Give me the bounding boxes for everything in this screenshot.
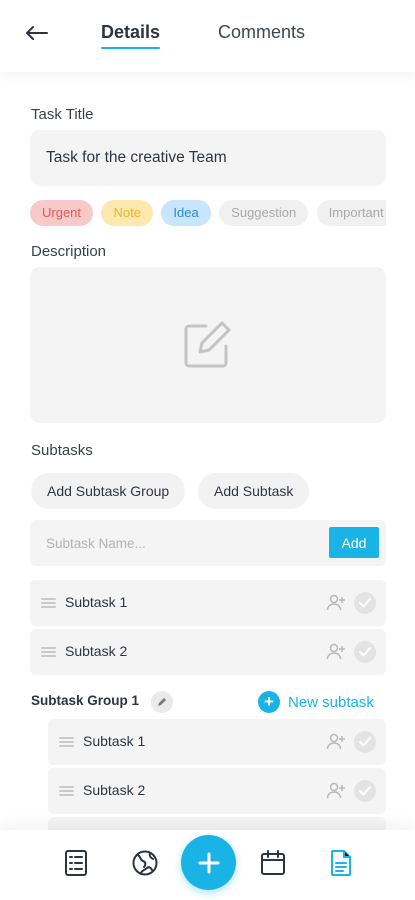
- assign-user-icon[interactable]: [326, 732, 346, 752]
- assign-user-icon[interactable]: [326, 781, 346, 801]
- drag-handle-icon[interactable]: [59, 737, 74, 747]
- add-icon: [198, 852, 219, 873]
- new-subtask-label: New subtask: [288, 693, 374, 711]
- description-field[interactable]: [30, 267, 386, 423]
- globe-icon: [132, 850, 158, 876]
- top-header: Details Comments: [0, 0, 415, 72]
- subtask-name: Subtask 1: [65, 594, 128, 610]
- task-title-label: Task Title: [31, 106, 94, 123]
- calendar-icon: [261, 850, 285, 875]
- edit-group-button[interactable]: [151, 691, 173, 713]
- nav-explore[interactable]: [130, 848, 160, 878]
- subtask-entry: Add: [30, 520, 386, 566]
- tag-list: Urgent Note Idea Suggestion Important: [30, 200, 386, 226]
- tab-comments[interactable]: Comments: [218, 22, 305, 43]
- checklist-icon: [65, 850, 87, 876]
- nav-documents[interactable]: [326, 848, 356, 878]
- tag-idea[interactable]: Idea: [161, 200, 211, 226]
- tag-important[interactable]: Important: [316, 200, 386, 226]
- complete-check-icon[interactable]: [354, 780, 376, 802]
- add-task-button[interactable]: [181, 835, 236, 890]
- description-label: Description: [31, 243, 107, 260]
- subtask-name: Subtask 1: [83, 733, 146, 749]
- subtasks-label: Subtasks: [31, 442, 93, 459]
- tag-urgent[interactable]: Urgent: [30, 200, 94, 226]
- tag-note[interactable]: Note: [101, 200, 153, 226]
- tag-suggestion[interactable]: Suggestion: [219, 200, 309, 226]
- subtask-name: Subtask 2: [83, 782, 146, 798]
- back-button[interactable]: [22, 18, 52, 48]
- drag-handle-icon[interactable]: [41, 647, 56, 657]
- assign-user-icon[interactable]: [326, 642, 346, 662]
- subtask-name: Subtask 2: [65, 643, 128, 659]
- add-subtask-group-button[interactable]: Add Subtask Group: [31, 473, 186, 509]
- task-title-field[interactable]: Task for the creative Team: [30, 130, 386, 186]
- assign-user-icon[interactable]: [326, 593, 346, 613]
- arrow-left-icon: [26, 26, 48, 40]
- add-button[interactable]: Add: [329, 527, 379, 558]
- plus-icon: +: [258, 691, 280, 713]
- subtask-row[interactable]: Subtask 2: [30, 629, 386, 675]
- pencil-icon: [158, 698, 166, 706]
- subtask-name-input[interactable]: [46, 532, 306, 554]
- subtask-row[interactable]: Subtask 1: [30, 580, 386, 626]
- drag-handle-icon[interactable]: [41, 598, 56, 608]
- new-subtask-button[interactable]: + New subtask: [258, 690, 374, 714]
- tab-details[interactable]: Details: [101, 22, 161, 49]
- complete-check-icon[interactable]: [354, 592, 376, 614]
- edit-icon: [184, 321, 231, 368]
- complete-check-icon[interactable]: [354, 731, 376, 753]
- bottom-nav: [0, 830, 415, 900]
- subtask-group-title: Subtask Group 1: [31, 693, 140, 708]
- add-subtask-button[interactable]: Add Subtask: [198, 473, 310, 509]
- drag-handle-icon[interactable]: [59, 786, 74, 796]
- document-icon: [331, 850, 351, 876]
- nav-calendar[interactable]: [258, 848, 288, 878]
- group-subtask-row[interactable]: Subtask 1: [48, 719, 386, 765]
- group-subtask-row[interactable]: Subtask 2: [48, 768, 386, 814]
- complete-check-icon[interactable]: [354, 641, 376, 663]
- task-title-value: Task for the creative Team: [46, 149, 227, 166]
- nav-tasks[interactable]: [61, 848, 91, 878]
